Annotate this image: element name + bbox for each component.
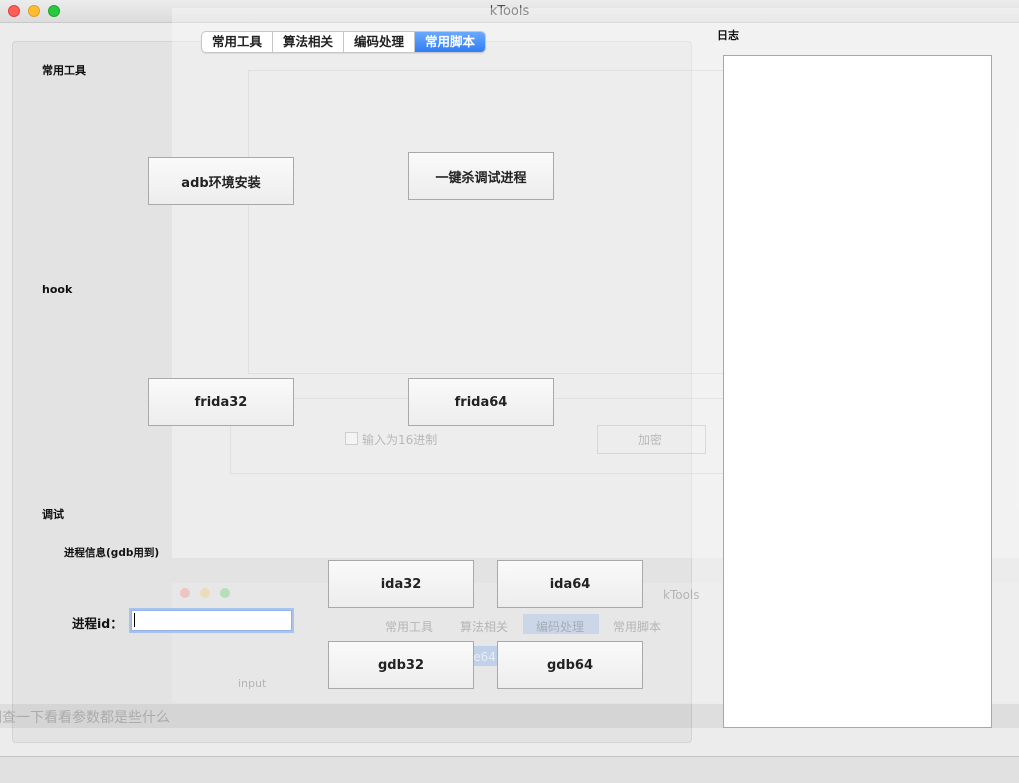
text-caret [134, 613, 135, 627]
pid-input[interactable] [131, 610, 292, 631]
frida64-button[interactable]: frida64 [408, 378, 554, 426]
ghost-tab-3: 编码处理 [536, 620, 585, 634]
kill-debug-process-button[interactable]: 一键杀调试进程 [408, 152, 554, 200]
log-text-area[interactable] [723, 55, 992, 728]
ghost-close-icon [180, 588, 190, 598]
ghost-tab-1: 常用工具 [385, 620, 434, 634]
ghost-checkbox-label: 输入为16进制 [362, 433, 438, 447]
ghost-zoom-icon [220, 588, 230, 598]
ghost-text-area [248, 70, 804, 374]
frida32-button[interactable]: frida32 [148, 378, 294, 426]
ghost-title: kTools [663, 588, 700, 602]
section-hook: hook [42, 283, 73, 296]
ghost-footer-text: 调查一下看看参数都是些什么 [0, 710, 170, 726]
gdb32-button[interactable]: gdb32 [328, 641, 474, 689]
ghost-encrypt-label: 加密 [638, 433, 663, 447]
gdb64-button[interactable]: gdb64 [497, 641, 643, 689]
tab-encoding[interactable]: 编码处理 [344, 32, 416, 52]
section-common-tools: 常用工具 [42, 64, 86, 77]
ghost-tab-4: 常用脚本 [613, 620, 662, 634]
section-process-info: 进程信息(gdb用到) [64, 547, 160, 559]
ghost-checkbox [345, 432, 358, 445]
tab-common-scripts[interactable]: 常用脚本 [415, 32, 486, 52]
ghost-tab-2: 算法相关 [460, 620, 509, 634]
ghost-minimize-icon [200, 588, 210, 598]
pid-label: 进程id： [72, 616, 123, 631]
tab-algorithm[interactable]: 算法相关 [273, 32, 345, 52]
section-debug: 调试 [42, 508, 64, 521]
ida64-button[interactable]: ida64 [497, 560, 643, 608]
ghost-input-label: input [238, 677, 267, 690]
ida32-button[interactable]: ida32 [328, 560, 474, 608]
log-label: 日志 [717, 29, 739, 42]
status-bar [0, 756, 1019, 783]
tab-bar: 常用工具 算法相关 编码处理 常用脚本 [201, 31, 487, 53]
tab-common-tools[interactable]: 常用工具 [202, 32, 274, 52]
adb-install-button[interactable]: adb环境安装 [148, 157, 294, 205]
